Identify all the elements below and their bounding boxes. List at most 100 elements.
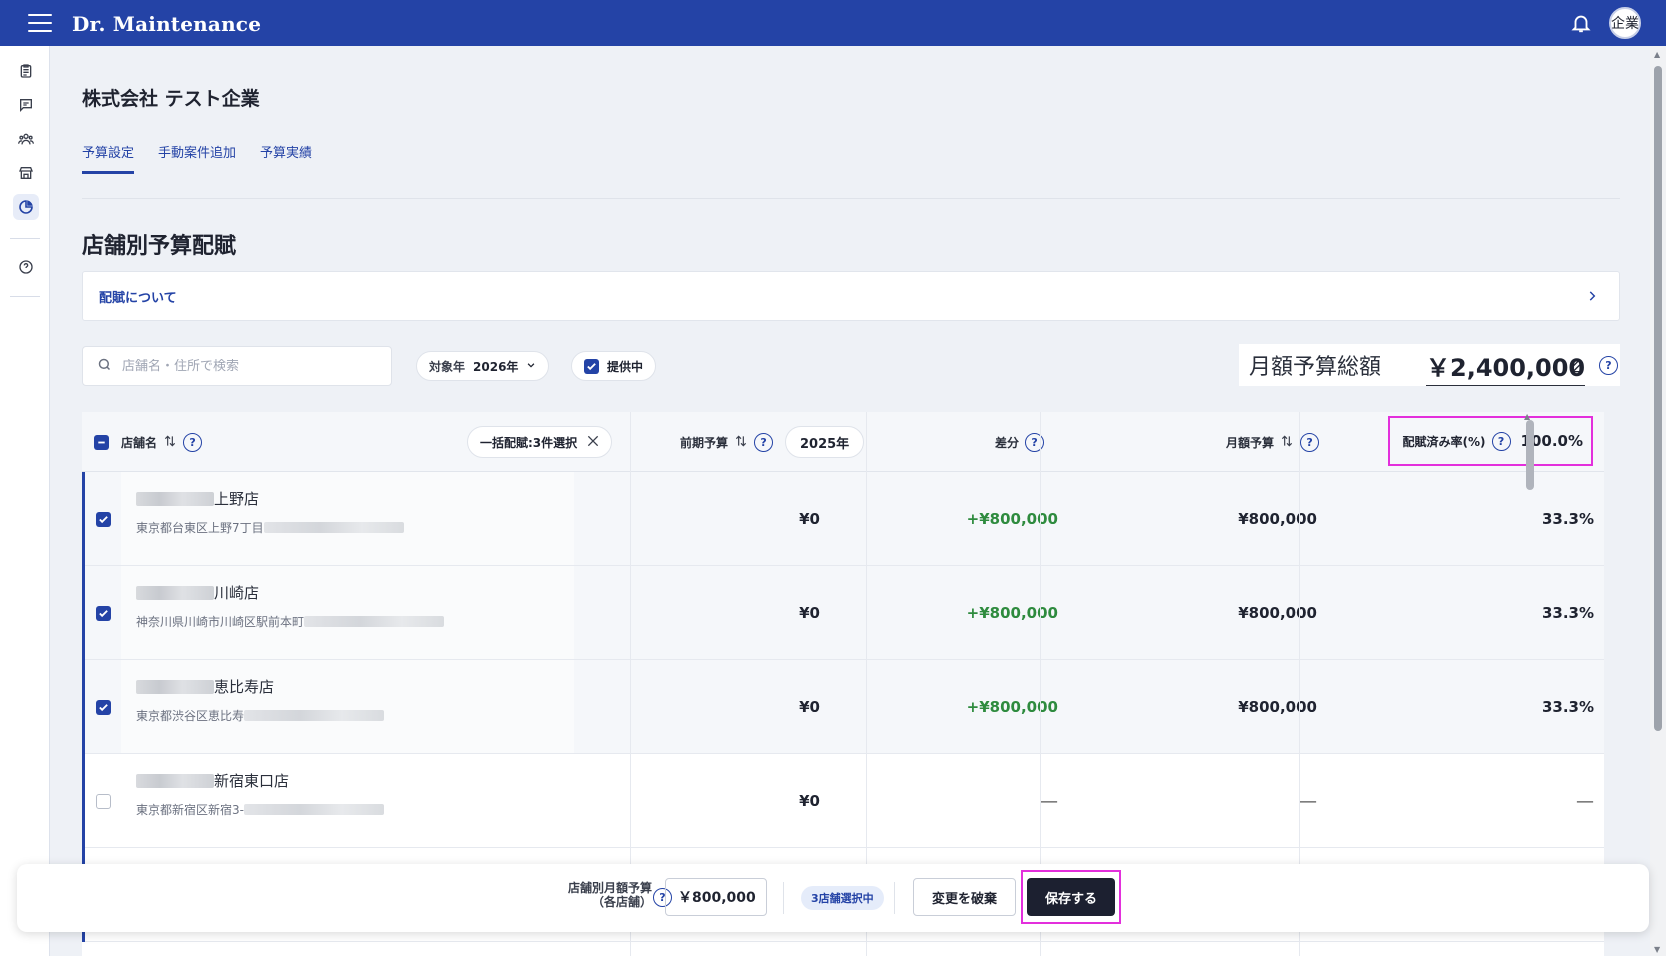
help-icon[interactable]: ? <box>1025 432 1045 452</box>
prev-budget-cell: ¥0 <box>799 604 820 622</box>
sort-icon[interactable] <box>1280 434 1294 451</box>
rate-cell: 33.3% <box>1541 698 1594 716</box>
bell-icon[interactable] <box>1570 12 1592 34</box>
diff-header: 差分 ? <box>995 412 1045 472</box>
selected-marker <box>82 566 85 660</box>
monthly-cell[interactable]: ¥800,000 <box>1012 660 1317 754</box>
providing-filter[interactable]: 提供中 <box>571 351 657 381</box>
table-row[interactable]: 上野店 東京都台東区上野7丁目 ¥0 +¥800,000 ¥800,000 33… <box>82 472 1604 566</box>
search-icon <box>97 357 112 376</box>
providing-checkbox[interactable] <box>584 358 599 374</box>
clipboard-icon[interactable] <box>13 58 39 84</box>
monthly-cell[interactable]: — <box>1012 754 1317 848</box>
monthly-label: 月額予算 <box>1226 435 1275 450</box>
scroll-up-arrow[interactable]: ▲ <box>1654 50 1660 59</box>
page-scroll-thumb[interactable] <box>1654 66 1662 731</box>
sidebar-rail <box>0 46 50 956</box>
rail-divider <box>10 296 40 297</box>
per-store-budget-label: 店舗別月額予算 （各店舗） <box>547 881 652 909</box>
company-name: 株式会社 テスト企業 <box>82 88 260 110</box>
menu-icon[interactable] <box>28 14 52 32</box>
page-scrollbar[interactable]: ▲ ▼ <box>1650 46 1666 956</box>
chat-icon[interactable] <box>13 92 39 118</box>
table-row[interactable]: 恵比寿店 東京都渋谷区恵比寿 ¥0 +¥800,000 ¥800,000 33.… <box>82 660 1604 754</box>
help-icon[interactable]: ? <box>1300 432 1320 452</box>
store-header-label: 店舗名 <box>121 435 158 450</box>
help-icon[interactable]: ? <box>1599 356 1618 375</box>
monthly-header: 月額予算 ? <box>1226 412 1320 472</box>
rate-cell: 33.3% <box>1541 604 1594 622</box>
pie-chart-icon[interactable] <box>13 194 39 220</box>
tab-budget-settings[interactable]: 予算設定 <box>82 142 135 174</box>
redacted-text <box>136 491 214 506</box>
selected-marker <box>82 754 85 848</box>
table-row[interactable]: 新宿東口店 東京都新宿区新宿3- ¥0 — — — <box>82 754 1604 848</box>
prev-budget-cell: ¥0 <box>799 510 820 528</box>
bulk-allocate-label: 一括配賦:3件選択 <box>480 435 578 450</box>
target-year-label: 対象年 <box>429 359 466 374</box>
close-icon[interactable] <box>585 433 601 452</box>
discard-changes-button[interactable]: 変更を破棄 <box>913 878 1016 916</box>
redacted-text <box>263 522 404 533</box>
providing-label: 提供中 <box>607 359 644 374</box>
divider <box>894 882 895 914</box>
app-logo[interactable]: Dr. Maintenance <box>72 12 261 36</box>
top-app-bar: Dr. Maintenance 企業 <box>0 0 1666 46</box>
monthly-cell[interactable]: ¥800,000 <box>1012 566 1317 660</box>
tab-budget-results[interactable]: 予算実績 <box>260 142 312 174</box>
avatar[interactable]: 企業 <box>1609 7 1641 39</box>
row-checkbox[interactable] <box>96 606 111 621</box>
row-checkbox[interactable] <box>96 794 111 809</box>
redacted-text <box>136 773 214 788</box>
prev-budget-header: 前期予算 ? <box>680 412 774 472</box>
diff-label: 差分 <box>995 435 1020 450</box>
rate-label: 配賦済み率(%) <box>1402 434 1486 449</box>
monthly-total-box: 月額予算総額 ￥2,400,000 ? <box>1239 344 1620 386</box>
label-line-1: 店舗別月額予算 <box>567 881 652 895</box>
selected-count-badge: 3店舗選択中 <box>801 886 884 910</box>
info-link-label: 配賦について <box>99 290 177 306</box>
table-row[interactable]: 川崎店 神奈川県川崎市川崎区駅前本町 ¥0 +¥800,000 ¥800,000… <box>82 566 1604 660</box>
scroll-down-arrow[interactable]: ▼ <box>1654 945 1660 954</box>
search-input[interactable] <box>122 358 372 374</box>
table-header: 店舗名 ? 一括配賦:3件選択 前期予算 ? 2025年 差分 ? 月額予算 ?… <box>82 412 1604 472</box>
store-address: 神奈川県川崎市川崎区駅前本町 <box>136 615 305 629</box>
help-icon[interactable] <box>13 254 39 280</box>
store-cell: 新宿東口店 東京都新宿区新宿3- <box>121 754 574 848</box>
table-scrollbar[interactable] <box>1526 420 1534 490</box>
monthly-cell[interactable]: ¥800,000 <box>1012 472 1317 566</box>
sort-icon[interactable] <box>163 434 177 451</box>
per-store-budget-input[interactable]: ￥800,000 <box>665 878 767 916</box>
rate-cell: 33.3% <box>1541 510 1594 528</box>
chevron-right-icon <box>1585 288 1599 307</box>
prev-budget-cell: ¥0 <box>799 698 820 716</box>
help-icon[interactable]: ? <box>183 432 203 452</box>
users-icon[interactable] <box>13 126 39 152</box>
save-button[interactable]: 保存する <box>1027 878 1115 916</box>
allocation-info-link[interactable]: 配賦について <box>82 271 1620 321</box>
rail-divider <box>10 238 40 239</box>
row-checkbox[interactable] <box>96 512 111 527</box>
store-address: 東京都渋谷区恵比寿 <box>136 709 245 723</box>
help-icon[interactable]: ? <box>1491 431 1511 451</box>
allocation-rate-header: 配賦済み率(%) ? 100.0% <box>1388 416 1593 466</box>
bulk-allocate-chip[interactable]: 一括配賦:3件選択 <box>467 426 613 458</box>
prev-year-select[interactable]: 2025年 <box>785 426 865 458</box>
row-checkbox[interactable] <box>96 700 111 715</box>
help-icon[interactable]: ? <box>754 432 774 452</box>
section-title: 店舗別予算配賦 <box>82 234 237 259</box>
store-header: 店舗名 ? <box>94 412 203 472</box>
store-address: 東京都台東区上野7丁目 <box>136 521 264 535</box>
target-year-select[interactable]: 対象年 2026年 <box>416 351 550 381</box>
selected-marker <box>82 660 85 754</box>
store-icon[interactable] <box>13 160 39 186</box>
store-name: 上野店 <box>214 490 260 508</box>
tab-manual-add[interactable]: 手動案件追加 <box>158 142 236 174</box>
sort-icon[interactable] <box>734 434 748 451</box>
pencil-icon[interactable] <box>1569 357 1585 377</box>
select-all-checkbox[interactable] <box>94 434 109 450</box>
search-box <box>82 346 392 386</box>
store-cell: 上野店 東京都台東区上野7丁目 <box>121 472 574 566</box>
monthly-total-value: ￥2,400,000 <box>1426 348 1586 386</box>
redacted-text <box>243 804 384 815</box>
